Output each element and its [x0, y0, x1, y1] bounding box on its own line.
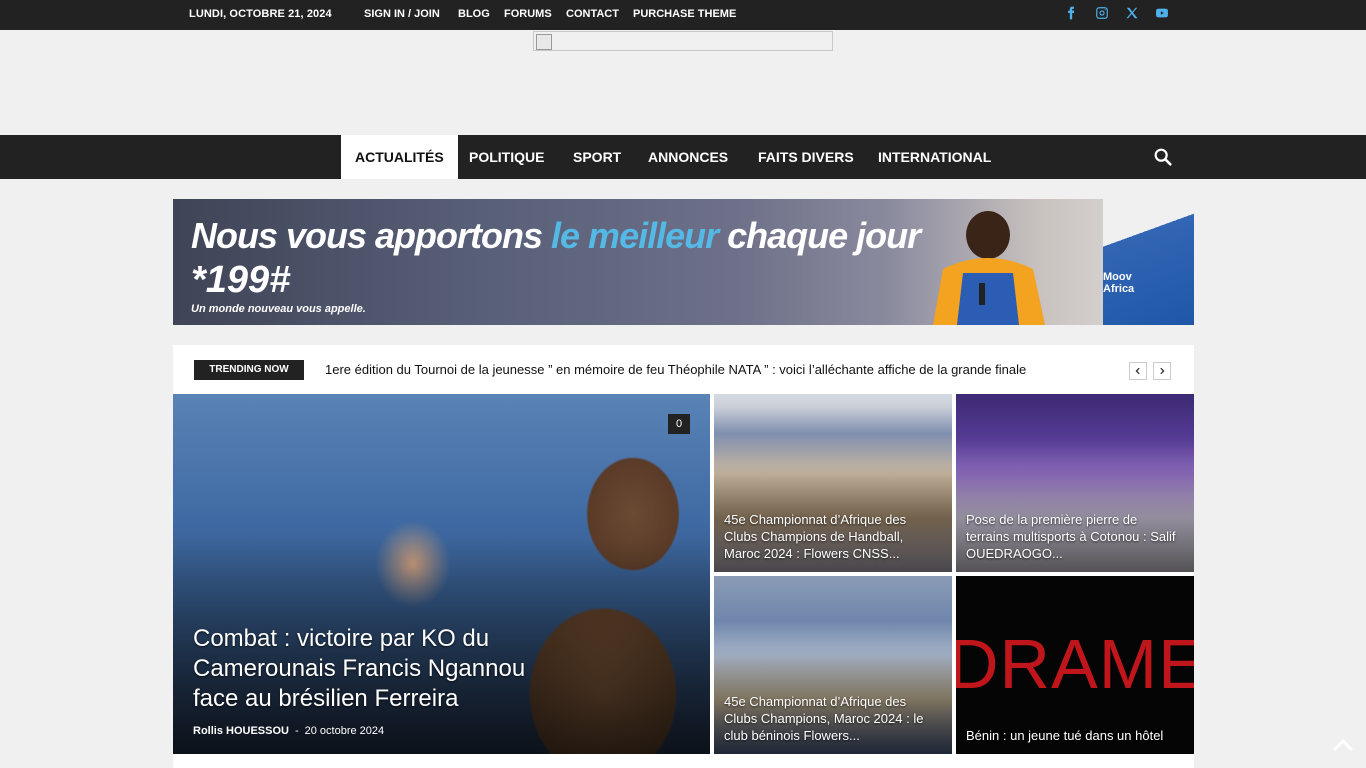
purchase-theme-link[interactable]: PURCHASE THEME [633, 8, 736, 20]
nav-politique[interactable]: POLITIQUE [455, 135, 558, 179]
ad-headline-part1: Nous vous apportons [191, 215, 552, 256]
ad-brand-line2: Africa [1103, 283, 1135, 295]
ad-brand-panel [1103, 199, 1194, 325]
forums-link[interactable]: FORUMS [504, 8, 552, 20]
trending-label: TRENDING NOW [194, 360, 304, 380]
youtube-icon[interactable] [1154, 6, 1170, 22]
article-title[interactable]: Pose de la première pierre de terrains m… [966, 511, 1184, 562]
article-date: 20 octobre 2024 [304, 725, 385, 737]
x-icon[interactable] [1124, 6, 1140, 22]
facebook-icon[interactable] [1063, 6, 1079, 22]
nav-actualites[interactable]: ACTUALITÉS [341, 135, 458, 179]
nav-faits-divers[interactable]: FAITS DIVERS [744, 135, 868, 179]
ad-headline-highlight: le meilleur [551, 215, 719, 256]
ad-tagline: Un monde nouveau vous appelle. [191, 303, 366, 315]
featured-article[interactable]: 0 Combat : victoire par KO du Camerounai… [173, 394, 710, 754]
article-tile-handball-1[interactable]: 45e Championnat d’Afrique des Clubs Cham… [714, 394, 952, 572]
article-tile-handball-2[interactable]: 45e Championnat d’Afrique des Clubs Cham… [714, 576, 952, 754]
featured-article-title[interactable]: Combat : victoire par KO du Camerounais … [193, 624, 560, 714]
ad-brand-line1: Moov [1103, 271, 1132, 283]
content-panel: TRENDING NOW 1ere édition du Tournoi de … [173, 345, 1194, 768]
back-to-top-button[interactable] [1332, 737, 1354, 753]
trending-next-button[interactable] [1153, 362, 1171, 380]
ad-ussd-code: *199# [191, 259, 291, 301]
sign-in-link[interactable]: SIGN IN / JOIN [364, 8, 440, 20]
ad-banner[interactable]: Nous vous apportons le meilleur chaque j… [173, 199, 1194, 325]
nav-sport[interactable]: SPORT [559, 135, 635, 179]
site-logo-image[interactable] [533, 31, 833, 51]
featured-article-meta: Rollis HOUESSOU -20 octobre 2024 [193, 725, 384, 737]
ad-headline: Nous vous apportons le meilleur chaque j… [191, 215, 921, 257]
current-date: LUNDI, OCTOBRE 21, 2024 [189, 8, 332, 20]
main-navigation: ACTUALITÉS POLITIQUE SPORT ANNONCES FAIT… [0, 135, 1366, 179]
article-title[interactable]: Bénin : un jeune tué dans un hôtel [966, 727, 1184, 744]
header-area [0, 30, 1366, 135]
instagram-icon[interactable] [1094, 6, 1110, 22]
ad-person-image [933, 211, 1045, 325]
nav-international[interactable]: INTERNATIONAL [864, 135, 1005, 179]
article-title[interactable]: 45e Championnat d’Afrique des Clubs Cham… [724, 511, 942, 562]
chevron-right-icon [1160, 367, 1165, 375]
article-title[interactable]: 45e Championnat d’Afrique des Clubs Cham… [724, 693, 942, 744]
article-author[interactable]: Rollis HOUESSOU [193, 725, 289, 737]
meta-separator: - [294, 725, 299, 737]
chevron-up-icon [1332, 738, 1354, 752]
contact-link[interactable]: CONTACT [566, 8, 619, 20]
article-tile-multisport[interactable]: Pose de la première pierre de terrains m… [956, 394, 1194, 572]
ad-brand-logo: Moov Africa [1103, 271, 1134, 295]
drame-image-text: DRAME [956, 625, 1194, 703]
ad-headline-part2: chaque jour [718, 215, 921, 256]
trending-prev-button[interactable] [1129, 362, 1147, 380]
article-tile-drame[interactable]: DRAME Bénin : un jeune tué dans un hôtel [956, 576, 1194, 754]
top-bar: LUNDI, OCTOBRE 21, 2024 SIGN IN / JOIN B… [0, 0, 1366, 30]
comment-count-badge[interactable]: 0 [668, 414, 690, 434]
blog-link[interactable]: BLOG [458, 8, 490, 20]
trending-headline[interactable]: 1ere édition du Tournoi de la jeunesse ”… [325, 362, 1026, 377]
chevron-left-icon [1135, 367, 1140, 375]
nav-annonces[interactable]: ANNONCES [634, 135, 742, 179]
search-icon[interactable] [1152, 146, 1174, 168]
